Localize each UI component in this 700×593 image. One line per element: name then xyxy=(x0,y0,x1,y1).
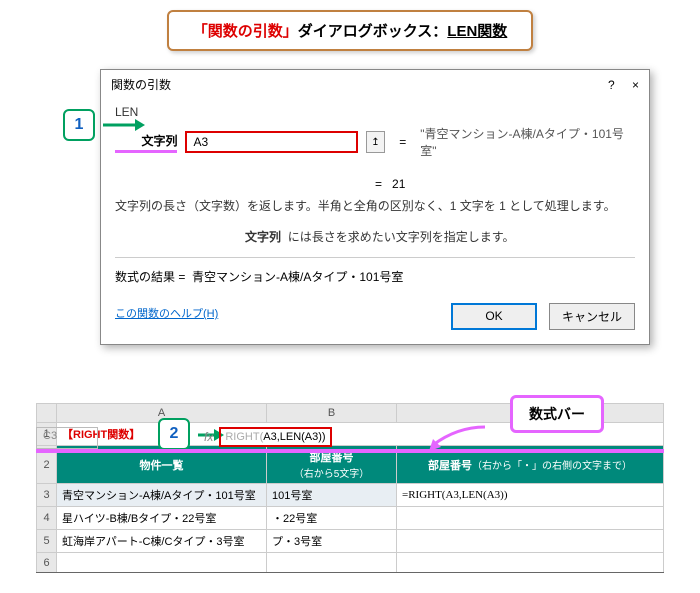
cell[interactable] xyxy=(397,530,664,553)
arrow-icon xyxy=(101,115,145,135)
dialog-titlebar: 関数の引数 ? × xyxy=(101,70,649,99)
cell[interactable] xyxy=(397,507,664,530)
table-row: 6 xyxy=(37,553,664,573)
active-cell[interactable]: =RIGHT(A3,LEN(A3)) xyxy=(397,484,664,507)
title-black: ダイアログボックス： xyxy=(298,23,448,40)
arg-input-text[interactable]: A3 xyxy=(185,131,357,153)
cell[interactable]: 青空マンション-A棟/Aタイプ・101号室 xyxy=(57,484,267,507)
formula-bar-underline xyxy=(36,449,664,453)
name-box[interactable]: C3 xyxy=(36,427,98,449)
arg-description: 文字列 には長さを求めたい文字列を指定します。 xyxy=(115,228,635,247)
dialog-title-text: 関数の引数 xyxy=(111,76,171,93)
cell[interactable]: 虹海岸アパート-C棟/Cタイプ・3号室 xyxy=(57,530,267,553)
range-picker-button[interactable]: ↥ xyxy=(366,131,386,153)
title-red: 「関数の引数」 xyxy=(193,23,298,40)
callout-badge-1: 1 xyxy=(63,109,95,141)
cell[interactable]: 101号室 xyxy=(267,484,397,507)
cell[interactable] xyxy=(397,553,664,573)
tutorial-title: 「関数の引数」ダイアログボックス：LEN関数 xyxy=(167,10,534,51)
arg-preview: "青空マンション-A棟/Aタイプ・101号室" xyxy=(420,125,635,159)
formula-bar-input[interactable]: RIGHT(A3,LEN(A3)) xyxy=(219,427,331,447)
cell[interactable]: 星ハイツ-B棟/Bタイプ・22号室 xyxy=(57,507,267,530)
function-name: LEN xyxy=(115,105,635,119)
cell[interactable] xyxy=(267,553,397,573)
function-description: 文字列の長さ（文字数）を返します。半角と全角の区別なく、1 文字を 1 として処… xyxy=(115,197,635,216)
cell[interactable] xyxy=(57,553,267,573)
callout-badge-2: 2 xyxy=(158,418,190,450)
function-arguments-dialog: 関数の引数 ? × LEN 文字列 A3 ↥ = "青空マンション-A棟/Aタイ… xyxy=(100,69,650,345)
collapse-icon: ↥ xyxy=(371,137,379,148)
fx-icon[interactable]: fx xyxy=(198,430,219,444)
close-icon[interactable]: × xyxy=(632,78,639,92)
table-row: 3 青空マンション-A棟/Aタイプ・101号室 101号室 =RIGHT(A3,… xyxy=(37,484,664,507)
formula-result: 数式の結果 = 青空マンション-A棟/Aタイプ・101号室 xyxy=(115,268,635,285)
formula-bar-callout: 数式バー xyxy=(510,395,604,433)
cell[interactable]: プ・3号室 xyxy=(267,530,397,553)
result-preview: 21 xyxy=(392,177,405,191)
table-row: 5 虹海岸アパート-C棟/Cタイプ・3号室 プ・3号室 xyxy=(37,530,664,553)
help-link[interactable]: この関数のヘルプ(H) xyxy=(115,305,218,321)
cancel-button[interactable]: キャンセル xyxy=(549,303,635,330)
cell[interactable]: ・22号室 xyxy=(267,507,397,530)
equals-sign: = xyxy=(399,135,406,149)
ok-button[interactable]: OK xyxy=(451,303,537,330)
dialog-title-buttons: ? × xyxy=(608,78,639,92)
help-icon[interactable]: ? xyxy=(608,78,615,92)
equals-sign: = xyxy=(375,177,382,191)
table-row: 4 星ハイツ-B棟/Bタイプ・22号室 ・22号室 xyxy=(37,507,664,530)
title-func: LEN関数 xyxy=(447,23,507,40)
